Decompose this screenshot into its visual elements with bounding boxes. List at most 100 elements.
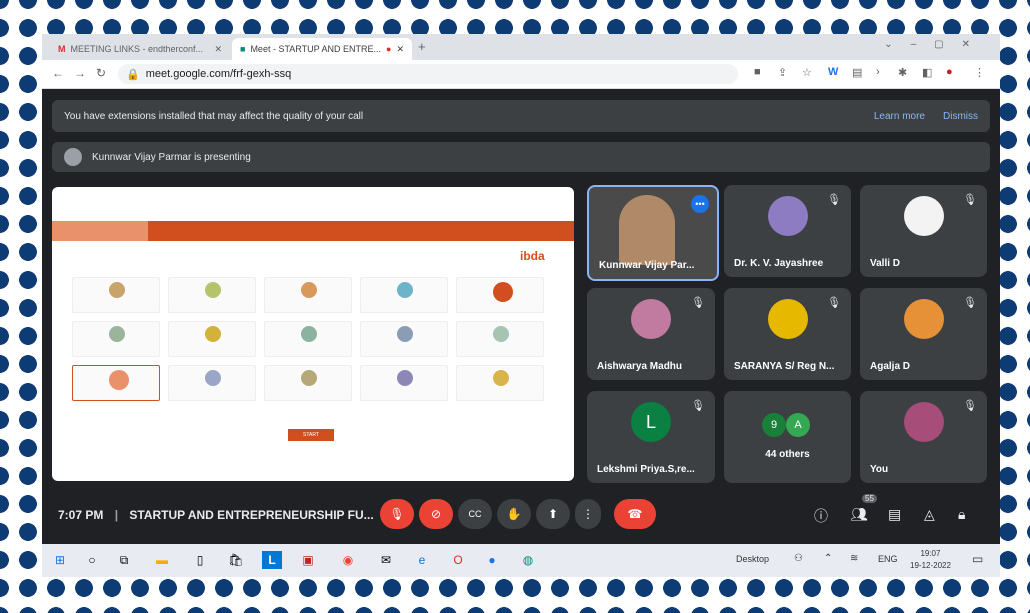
chrome-icon[interactable]: ◉ [338,551,358,569]
learn-more-link[interactable]: Learn more [874,111,925,122]
zoom-icon[interactable]: ● [482,551,502,569]
participant-tile-self[interactable]: 🎙︎ You [860,391,987,483]
people-icon[interactable]: 👥︎ [850,506,868,523]
shared-card [168,321,256,357]
participant-tile[interactable]: 🎙︎ SARANYA S/ Reg N... [724,288,851,380]
menu-icon[interactable]: ⋮ [974,66,985,79]
network-icon[interactable]: ≋ [850,553,858,564]
raise-hand-button[interactable]: ✋ [497,499,531,529]
tab-label: Meet - STARTUP AND ENTRE... [250,44,381,54]
meeting-controls-bar: 7:07 PM | STARTUP AND ENTREPRENEURSHIP F… [42,494,1000,542]
search-icon[interactable]: ○ [82,551,102,569]
dismiss-link[interactable]: Dismiss [943,111,978,122]
meeting-title: STARTUP AND ENTREPRENEURSHIP FU... [129,508,374,522]
language-indicator[interactable]: ENG [878,554,898,564]
meeting-info: 7:07 PM | STARTUP AND ENTREPRENEURSHIP F… [58,508,374,522]
shared-card [168,277,256,313]
chevron-icon[interactable]: › [876,66,880,78]
profile-icon[interactable]: ● [946,66,953,78]
shared-header-bar [148,221,574,241]
close-icon[interactable]: ✕ [396,44,404,55]
participant-tile[interactable]: 🎙︎ Dr. K. V. Jayashree [724,185,851,277]
task-view-icon[interactable]: ⧉ [114,551,134,569]
captions-button[interactable]: CC [458,499,492,529]
store-icon[interactable]: 🛍︎ [226,551,246,569]
edge-icon[interactable]: e [412,551,432,569]
browser-toolbar: ← → ↻ 🔒 meet.google.com/frf-gexh-ssq ■ ⇪… [42,60,1000,89]
shared-card [360,365,448,401]
participant-tile-others[interactable]: 9 A 44 others [724,391,851,483]
lock-icon: 🔒 [126,68,140,81]
presenter-video [619,195,675,265]
chat-icon[interactable]: ▤ [888,506,901,523]
participant-tile[interactable]: ••• Kunnwar Vijay Par... [587,185,719,281]
participant-tile[interactable]: 🎙︎ Agalja D [860,288,987,380]
close-icon[interactable]: ✕ [214,44,222,55]
activities-icon[interactable]: ◬ [924,506,935,523]
back-icon[interactable]: ← [52,66,64,80]
gmail-icon: M [58,44,66,54]
leave-call-button[interactable]: ☎ [614,499,656,529]
people-tray-icon[interactable]: ⚇ [794,553,803,564]
document-icon[interactable]: ▯ [190,551,210,569]
others-avatar: A [786,413,810,437]
present-button[interactable]: ⬆ [536,499,570,529]
participant-avatar [767,299,808,340]
presenter-avatar [64,148,82,166]
participant-name: Kunnwar Vijay Par... [599,260,695,271]
forward-icon[interactable]: → [74,66,86,80]
participant-count-badge: 55 [862,494,877,503]
reload-icon[interactable]: ↻ [96,66,106,80]
url-text: meet.google.com/frf-gexh-ssq [145,68,292,80]
participant-name: Lekshmi Priya.S,re... [597,464,695,475]
file-explorer-icon[interactable]: ▬ [152,551,172,569]
tab-meet[interactable]: ■ Meet - STARTUP AND ENTRE... ● ✕ [232,38,412,60]
sidepanel-icon[interactable]: ◧ [922,66,932,79]
desktop-label[interactable]: Desktop [736,554,769,564]
mic-off-icon: 🎙︎ [827,194,841,206]
more-options-icon[interactable]: ••• [691,195,709,213]
host-controls-icon[interactable]: 🔒︎ [958,506,965,523]
windows-start-icon[interactable]: ⊞ [50,551,70,569]
participant-tile[interactable]: 🎙︎ Aishwarya Madhu [587,288,715,380]
info-icon[interactable]: ⓘ [814,506,828,526]
word-extension-icon[interactable]: W [828,66,838,78]
share-icon[interactable]: ⇪ [778,66,787,79]
windows-taskbar: ⊞ ○ ⧉ ▬ ▯ 🛍︎ L ▣ ◉ ✉ e O ● ◍ Desktop ⚇ ⌃… [42,544,1000,577]
participant-tile[interactable]: 🎙︎ Valli D [860,185,987,277]
participant-tile[interactable]: L 🎙︎ Lekshmi Priya.S,re... [587,391,715,483]
chevron-up-icon[interactable]: ⌃ [824,553,832,564]
address-bar[interactable]: 🔒 meet.google.com/frf-gexh-ssq [118,64,738,84]
mic-off-icon: 🎙︎ [963,400,977,412]
extension-icon[interactable]: ▤ [852,66,862,79]
others-count: 44 others [765,449,810,460]
shared-card [264,321,352,357]
shared-card [264,365,352,401]
presenting-bar: Kunnwar Vijay Parmar is presenting [52,142,990,172]
app-l-icon[interactable]: L [262,551,282,569]
more-options-button[interactable]: ⋮ [575,499,601,529]
tab-meeting-links[interactable]: M MEETING LINKS - endtherconf... ✕ [50,38,230,60]
participant-name: You [870,464,889,475]
others-avatar: 9 [762,413,786,437]
star-icon[interactable]: ☆ [802,66,812,79]
shared-card [264,277,352,313]
new-tab-button[interactable]: + [418,39,426,54]
mail-icon[interactable]: ✉ [376,551,396,569]
shared-card [456,321,544,357]
notifications-icon[interactable]: ▭ [972,552,983,566]
meet-icon: ■ [240,44,246,54]
shared-card [168,365,256,401]
app-icon[interactable]: ◍ [518,551,538,569]
pdf-icon[interactable]: ▣ [298,551,318,569]
camera-off-button[interactable]: ⊘ [419,499,453,529]
tab-label: MEETING LINKS - endtherconf... [70,44,204,54]
puzzle-icon[interactable]: ✱ [898,66,907,79]
participant-avatar [903,299,944,340]
opera-icon[interactable]: O [448,551,468,569]
taskbar-clock[interactable]: 19:07 19-12-2022 [910,548,951,572]
window-controls[interactable]: ⌄–▢✕ [884,39,988,50]
mic-off-button[interactable]: 🎙︎ [380,499,414,529]
camera-icon[interactable]: ■ [754,66,761,78]
mic-off-icon: 🎙︎ [963,297,977,309]
